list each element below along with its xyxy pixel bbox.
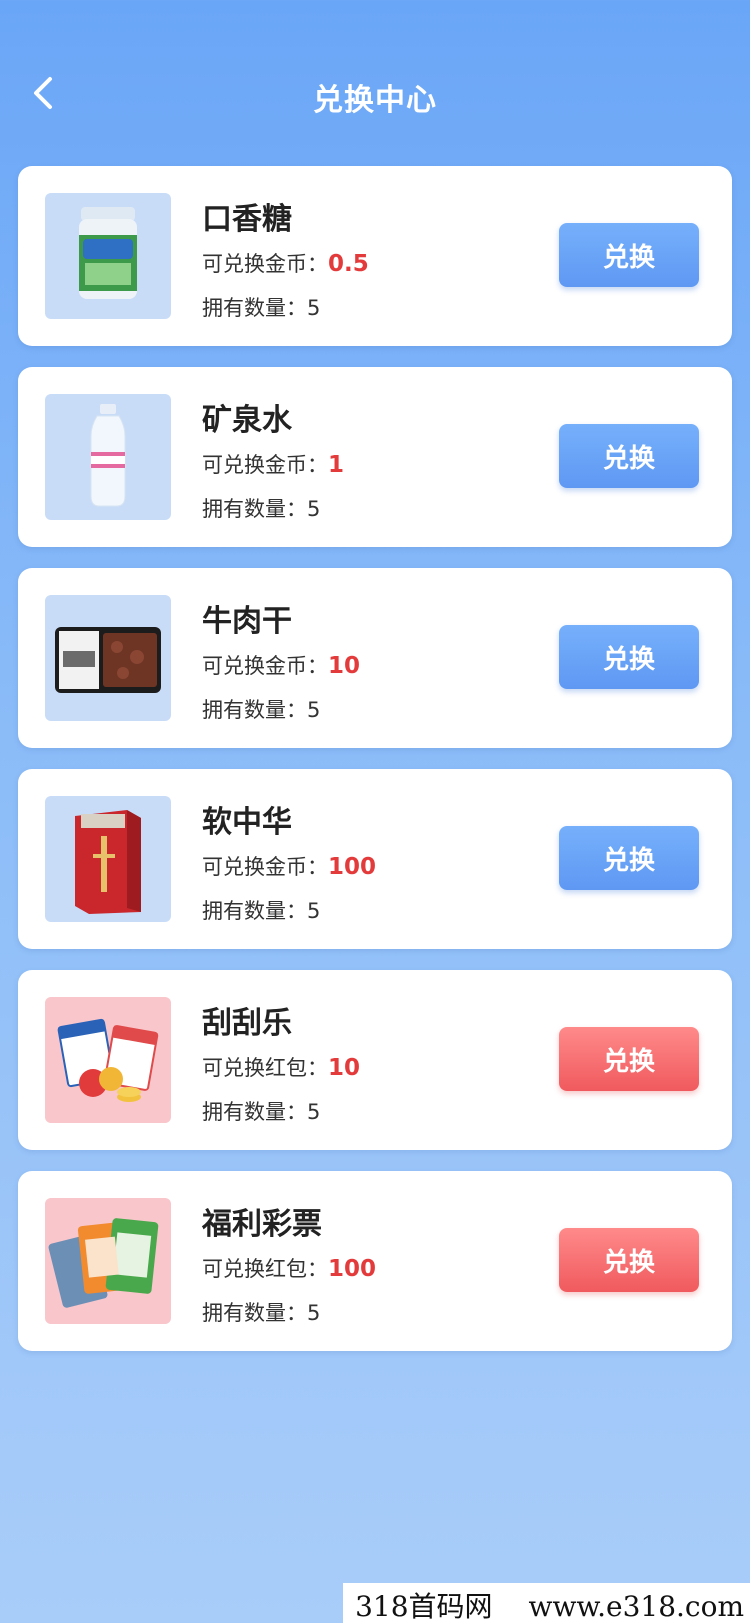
water-bottle-image — [45, 394, 171, 520]
price-value: 10 — [328, 653, 361, 679]
quantity-row: 拥有数量：5 — [202, 292, 320, 322]
quantity-value: 5 — [307, 1301, 321, 1325]
price-row: 可兑换金币：10 — [202, 650, 360, 680]
quantity-value: 5 — [307, 296, 321, 320]
page-title: 兑换中心 — [313, 83, 437, 118]
quantity-value: 5 — [307, 698, 321, 722]
watermark: 318首码网 www.e318.com — [343, 1583, 750, 1623]
list-item: 口香糖 可兑换金币：0.5 拥有数量：5 兑换 — [18, 166, 732, 346]
bingo-cards-image — [45, 997, 171, 1123]
header-bar: 兑换中心 — [0, 55, 750, 135]
quantity-row: 拥有数量：5 — [202, 493, 320, 523]
exchange-button[interactable]: 兑换 — [559, 826, 699, 890]
quantity-label: 拥有数量： — [202, 1301, 307, 1325]
price-value: 10 — [328, 1055, 361, 1081]
exchange-button[interactable]: 兑换 — [559, 1228, 699, 1292]
price-row: 可兑换红包：100 — [202, 1253, 376, 1283]
price-row: 可兑换金币：0.5 — [202, 248, 369, 278]
quantity-label: 拥有数量： — [202, 296, 307, 320]
list-item: 刮刮乐 可兑换红包：10 拥有数量：5 兑换 — [18, 970, 732, 1150]
price-value: 1 — [328, 452, 345, 478]
beef-jerky-image — [45, 595, 171, 721]
price-value: 100 — [328, 854, 377, 880]
quantity-row: 拥有数量：5 — [202, 895, 320, 925]
quantity-row: 拥有数量：5 — [202, 694, 320, 724]
cigarette-pack-image — [45, 796, 171, 922]
price-label: 可兑换金币： — [202, 654, 328, 678]
quantity-row: 拥有数量：5 — [202, 1096, 320, 1126]
watermark-right: www.e318.com — [528, 1590, 744, 1623]
exchange-list: 口香糖 可兑换金币：0.5 拥有数量：5 兑换 矿泉水 可兑换金币：1 拥有数量… — [18, 166, 732, 1372]
list-item: 牛肉干 可兑换金币：10 拥有数量：5 兑换 — [18, 568, 732, 748]
exchange-button[interactable]: 兑换 — [559, 1027, 699, 1091]
quantity-value: 5 — [307, 497, 321, 521]
item-name: 刮刮乐 — [202, 1006, 292, 1041]
item-name: 软中华 — [202, 805, 292, 840]
price-value: 100 — [328, 1256, 377, 1282]
quantity-label: 拥有数量： — [202, 698, 307, 722]
price-value: 0.5 — [328, 251, 369, 277]
price-label: 可兑换金币： — [202, 252, 328, 276]
quantity-value: 5 — [307, 899, 321, 923]
list-item: 福利彩票 可兑换红包：100 拥有数量：5 兑换 — [18, 1171, 732, 1351]
watermark-left: 318首码网 — [355, 1590, 493, 1623]
exchange-button[interactable]: 兑换 — [559, 625, 699, 689]
price-row: 可兑换金币：100 — [202, 851, 376, 881]
exchange-button[interactable]: 兑换 — [559, 424, 699, 488]
quantity-row: 拥有数量：5 — [202, 1297, 320, 1327]
lottery-tickets-image — [45, 1198, 171, 1324]
list-item: 矿泉水 可兑换金币：1 拥有数量：5 兑换 — [18, 367, 732, 547]
quantity-value: 5 — [307, 1100, 321, 1124]
price-row: 可兑换金币：1 — [202, 449, 344, 479]
gum-bottle-image — [45, 193, 171, 319]
exchange-button[interactable]: 兑换 — [559, 223, 699, 287]
item-name: 矿泉水 — [202, 403, 292, 438]
price-label: 可兑换金币： — [202, 453, 328, 477]
price-row: 可兑换红包：10 — [202, 1052, 360, 1082]
item-name: 口香糖 — [202, 202, 292, 237]
quantity-label: 拥有数量： — [202, 1100, 307, 1124]
item-name: 牛肉干 — [202, 604, 292, 639]
price-label: 可兑换红包： — [202, 1257, 328, 1281]
quantity-label: 拥有数量： — [202, 899, 307, 923]
price-label: 可兑换金币： — [202, 855, 328, 879]
list-item: 软中华 可兑换金币：100 拥有数量：5 兑换 — [18, 769, 732, 949]
price-label: 可兑换红包： — [202, 1056, 328, 1080]
quantity-label: 拥有数量： — [202, 497, 307, 521]
item-name: 福利彩票 — [202, 1207, 322, 1242]
